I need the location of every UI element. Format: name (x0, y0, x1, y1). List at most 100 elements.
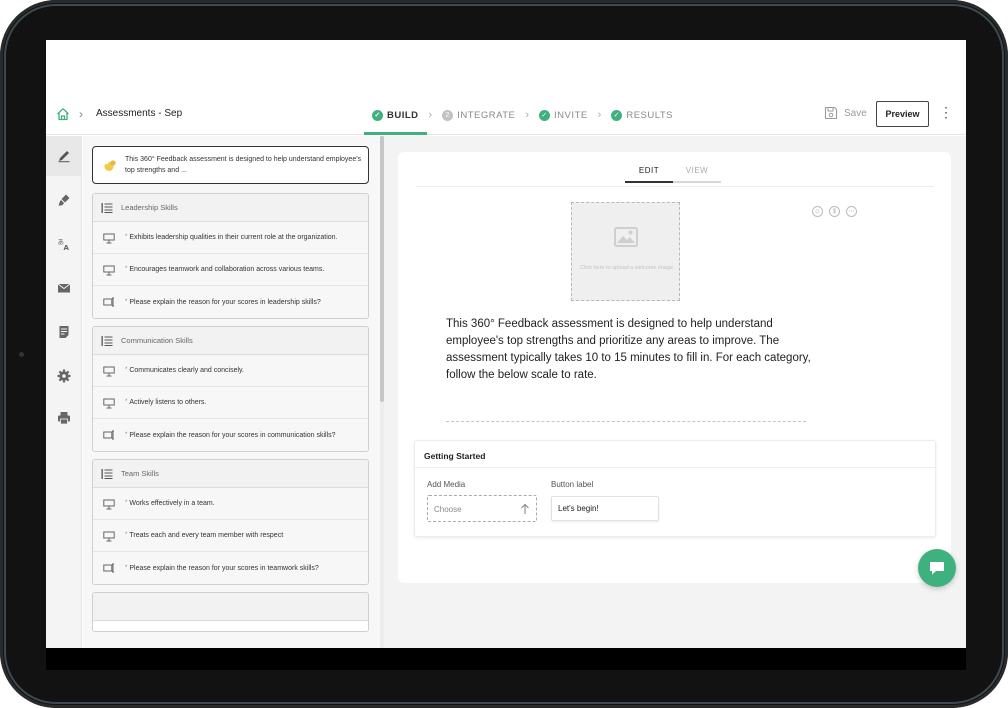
rating-question-icon (103, 233, 115, 243)
section-title: Leadership Skills (121, 203, 178, 212)
section-communication[interactable]: Communication Skills * Communicates clear… (92, 326, 369, 452)
editor-card: EDIT VIEW Click here to upload a welcome… (398, 152, 951, 583)
tab-edit[interactable]: EDIT (625, 166, 673, 183)
rating-question-icon (103, 265, 115, 275)
rail-report[interactable] (46, 312, 82, 352)
translate-icon: あA (58, 238, 70, 251)
rail-translate[interactable]: あA (46, 224, 82, 264)
rating-question-icon (103, 499, 115, 509)
welcome-image-upload[interactable]: Click here to upload a welcome image (571, 202, 680, 301)
emoji-icon[interactable]: ☺ (812, 206, 823, 217)
getting-started-panel: Getting Started Add Media Button label C… (414, 440, 936, 537)
dashed-divider (446, 421, 806, 422)
intro-page-card[interactable]: This 360° Feedback assessment is designe… (92, 146, 369, 184)
list-icon (101, 335, 113, 346)
save-label: Save (844, 107, 867, 119)
image-icon (614, 227, 638, 247)
button-label-input[interactable] (551, 496, 659, 521)
step-label: INTEGRATE (457, 109, 516, 121)
chat-support-button[interactable] (918, 549, 956, 587)
question-row[interactable]: * Communicates clearly and concisely. (93, 355, 368, 387)
image-tools: ☺ $ ⋯ (812, 206, 857, 217)
rating-question-icon (103, 366, 115, 376)
step-label: BUILD (387, 109, 419, 121)
question-text: * Please explain the reason for your scor… (125, 298, 321, 306)
step-number-icon: 2 (442, 109, 454, 121)
section-header[interactable]: Communication Skills (93, 327, 368, 355)
chevron-right-icon: › (525, 109, 530, 121)
question-text: * Treats each and every team member with … (125, 532, 284, 539)
screen-bottom-bezel (46, 648, 966, 670)
upload-hint: Click here to upload a welcome image (580, 265, 673, 271)
check-circle-icon: ✓ (611, 109, 623, 121)
printer-icon (58, 412, 70, 425)
rail-settings[interactable] (46, 356, 82, 396)
step-nav: ✓ BUILD › 2 INTEGRATE › ✓ INVITE › ✓ RES… (364, 95, 681, 135)
question-row[interactable]: * Please explain the reason for your scor… (93, 286, 368, 318)
question-row[interactable]: * Exhibits leadership qualities in their … (93, 222, 368, 254)
section-team[interactable]: Team Skills * Works effectively in a team… (92, 459, 369, 585)
rail-theme[interactable] (46, 180, 82, 220)
app-screen: › Assessments - Sep ✓ BUILD › 2 INTEGRAT… (46, 40, 966, 648)
more-horizontal-icon[interactable]: ⋯ (846, 206, 857, 217)
welcome-message[interactable]: This 360° Feedback assessment is designe… (446, 316, 826, 384)
section-header[interactable] (93, 593, 368, 621)
rail-email[interactable] (46, 268, 82, 308)
question-row[interactable]: * Please explain the reason for your scor… (93, 419, 368, 451)
panel-divider (415, 467, 935, 468)
step-build[interactable]: ✓ BUILD (364, 95, 427, 135)
choose-placeholder: Choose (434, 505, 462, 514)
add-media-dropzone[interactable]: Choose (427, 495, 537, 522)
step-invite[interactable]: ✓ INVITE (531, 95, 596, 135)
pencil-icon (58, 151, 70, 163)
section-header[interactable]: Team Skills (93, 460, 368, 488)
question-row[interactable]: * Works effectively in a team. (93, 488, 368, 520)
required-marker: * (125, 234, 128, 240)
question-row[interactable]: * Please explain the reason for your scor… (93, 552, 368, 584)
question-row[interactable]: * Encourages teamwork and collaboration a… (93, 254, 368, 286)
tabs-divider (416, 186, 934, 187)
breadcrumb-title: Assessments - Sep (96, 108, 183, 119)
welcome-hand-icon (104, 160, 116, 171)
question-text: * Encourages teamwork and collaboration a… (125, 266, 325, 273)
tab-view[interactable]: VIEW (673, 166, 721, 183)
upload-arrow-icon (521, 503, 529, 514)
required-marker: * (125, 399, 128, 405)
section-title: Team Skills (121, 469, 159, 478)
more-vertical-icon[interactable]: ⋮ (939, 105, 953, 119)
intro-summary: This 360° Feedback assessment is designe… (125, 156, 362, 174)
question-text: * Works effectively in a team. (125, 500, 215, 507)
section-header[interactable]: Leadership Skills (93, 194, 368, 222)
question-text: * Please explain the reason for your scor… (125, 431, 336, 439)
button-label-label: Button label (551, 480, 594, 489)
step-results[interactable]: ✓ RESULTS (603, 95, 681, 135)
check-circle-icon: ✓ (539, 109, 551, 121)
rating-question-icon (103, 531, 115, 541)
text-question-icon (103, 563, 114, 573)
tool-rail: あA (46, 136, 82, 648)
rail-print[interactable] (46, 398, 82, 438)
outline-panel: This 360° Feedback assessment is designe… (83, 136, 380, 648)
section-next[interactable] (92, 592, 369, 632)
section-leadership[interactable]: Leadership Skills * Exhibits leadership q… (92, 193, 369, 319)
camera-dot (19, 352, 24, 357)
list-icon (101, 202, 113, 213)
preview-button[interactable]: Preview (876, 101, 929, 127)
section-title: Communication Skills (121, 336, 193, 345)
home-icon[interactable] (56, 107, 70, 121)
text-question-icon (103, 297, 114, 307)
gear-icon (57, 369, 71, 383)
question-text: * Exhibits leadership qualities in their … (125, 234, 338, 241)
report-icon (59, 326, 69, 338)
save-button[interactable]: Save (824, 106, 867, 120)
question-row[interactable]: * Treats each and every team member with … (93, 520, 368, 552)
top-bar: › Assessments - Sep ✓ BUILD › 2 INTEGRAT… (46, 95, 966, 135)
step-label: RESULTS (626, 109, 673, 121)
chevron-right-icon: › (597, 109, 602, 121)
rating-question-icon (103, 398, 115, 408)
step-integrate[interactable]: 2 INTEGRATE (434, 95, 523, 135)
rail-build[interactable] (46, 136, 82, 176)
settings-icon[interactable]: $ (829, 206, 840, 217)
question-row[interactable]: * Actively listens to others. (93, 387, 368, 419)
text-question-icon (103, 430, 114, 440)
